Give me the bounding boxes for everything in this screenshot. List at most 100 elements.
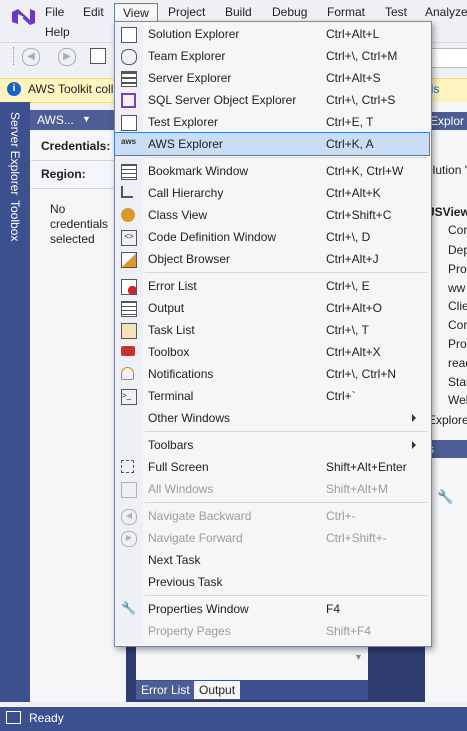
menu-shortcut: Ctrl+Alt+S xyxy=(326,71,381,85)
menu-shortcut: Ctrl+\, Ctrl+N xyxy=(326,367,397,381)
info-icon: i xyxy=(7,82,21,96)
bookmark-icon xyxy=(121,164,137,180)
toolbar-dropdown[interactable] xyxy=(429,48,467,68)
menu-file[interactable]: File xyxy=(41,4,68,20)
menu-label: Class View xyxy=(148,208,208,222)
terminal-icon: >_ xyxy=(121,389,137,405)
wrench-icon[interactable]: 🔧 xyxy=(437,489,453,505)
solution-explorer-icon xyxy=(121,27,137,43)
region-label: Region: xyxy=(41,167,86,181)
tree-item[interactable]: Cor xyxy=(448,318,467,332)
menu-label: Other Windows xyxy=(148,411,231,425)
menu-label: Output xyxy=(148,301,185,315)
status-bar xyxy=(0,707,467,731)
menu-label: Toolbox xyxy=(148,345,190,359)
menu-label: Full Screen xyxy=(148,460,209,474)
wrench-icon: 🔧 xyxy=(121,601,136,615)
menu-shortcut: Shift+Alt+Enter xyxy=(326,460,407,474)
menu-shortcut: Ctrl+K, Ctrl+W xyxy=(326,164,404,178)
server-explorer-icon xyxy=(121,71,137,87)
toolbox-tab[interactable]: Toolbox xyxy=(8,200,22,241)
menu-shortcut: Ctrl+` xyxy=(326,389,356,403)
menu-debug[interactable]: Debug xyxy=(268,4,311,20)
menu-analyze[interactable]: Analyze xyxy=(421,4,467,20)
status-icon xyxy=(6,711,21,724)
menu-label: All Windows xyxy=(148,482,214,496)
tree-item[interactable]: Pro xyxy=(448,337,467,351)
tree-item[interactable]: Cor xyxy=(448,223,467,237)
menu-shortcut: Ctrl+\, Ctrl+M xyxy=(326,49,398,63)
tree-item[interactable]: Pro xyxy=(448,262,467,276)
new-project-icon[interactable] xyxy=(90,48,106,64)
menu-label: AWS Explorer xyxy=(148,137,223,151)
menu-label: Next Task xyxy=(148,553,201,567)
credentials-label: Credentials: xyxy=(41,139,111,153)
tree-item[interactable]: Wel xyxy=(448,393,467,407)
menu-shortcut: Ctrl+\, E xyxy=(326,279,370,293)
forward-icon[interactable]: ▶ xyxy=(58,48,76,66)
menu-label: Code Definition Window xyxy=(148,230,277,244)
menu-label: Object Browser xyxy=(148,252,231,266)
project-node[interactable]: JSView xyxy=(428,205,467,219)
solution-explorer-title: Explor xyxy=(430,114,465,128)
menu-format[interactable]: Format xyxy=(323,4,369,20)
full-screen-icon xyxy=(121,460,134,473)
call-hierarchy-icon xyxy=(121,186,133,198)
back-icon[interactable]: ◀ xyxy=(22,48,40,66)
toolbar-grip[interactable] xyxy=(13,47,17,65)
menu-label: Properties Window xyxy=(148,602,249,616)
output-tab[interactable]: Output xyxy=(194,681,241,699)
menu-label: Toolbars xyxy=(148,438,194,452)
menu-label: Previous Task xyxy=(148,575,223,589)
menu-label: Team Explorer xyxy=(148,49,226,63)
menu-separator xyxy=(145,502,427,503)
tree-item[interactable]: Dep xyxy=(448,243,467,257)
scroll-down-icon[interactable]: ▼ xyxy=(354,652,363,662)
menu-shortcut: Ctrl+\, Ctrl+S xyxy=(326,93,396,107)
menu-label: Test Explorer xyxy=(148,115,219,129)
menu-separator xyxy=(145,431,427,432)
submenu-arrow-icon xyxy=(412,414,416,422)
menu-project[interactable]: Project xyxy=(164,4,209,20)
info-bar-text: AWS Toolkit coll xyxy=(28,82,114,96)
menu-separator xyxy=(145,157,427,158)
tree-item[interactable]: Star xyxy=(448,375,467,389)
menu-label: Error List xyxy=(148,279,197,293)
tree-item[interactable]: Clie xyxy=(448,299,467,313)
error-list-icon xyxy=(121,279,137,295)
submenu-arrow-icon xyxy=(412,441,416,449)
toolbox-icon xyxy=(121,346,135,356)
aws-icon: aws xyxy=(121,137,137,146)
visual-studio-logo-icon xyxy=(12,9,35,25)
all-windows-icon xyxy=(121,482,137,498)
menu-shortcut: F4 xyxy=(326,602,341,616)
menu-shortcut: Ctrl+Alt+O xyxy=(326,301,383,315)
solution-explorer-tab[interactable]: Explore xyxy=(428,413,467,427)
menu-edit[interactable]: Edit xyxy=(79,4,108,20)
menu-view[interactable]: View xyxy=(114,3,158,22)
menu-shortcut: Ctrl+K, A xyxy=(326,137,374,151)
status-text: Ready xyxy=(29,711,64,725)
menu-shortcut: Ctrl+Shift+- xyxy=(326,531,387,545)
menu-build[interactable]: Build xyxy=(221,4,256,20)
aws-explorer-panel xyxy=(30,130,127,702)
menu-label: Notifications xyxy=(148,367,214,381)
menu-label: Navigate Backward xyxy=(148,509,252,523)
menu-separator xyxy=(145,272,427,273)
menu-shortcut: Ctrl+Alt+L xyxy=(326,27,380,41)
solution-search[interactable]: olution 'J xyxy=(426,163,467,177)
navigate-backward-icon: ◀ xyxy=(121,509,137,525)
no-credentials-line-2: credentials xyxy=(50,217,109,231)
server-explorer-tab[interactable]: Server Explorer xyxy=(8,112,22,195)
dropdown-arrow-icon[interactable]: ▼ xyxy=(82,114,91,124)
menu-test[interactable]: Test xyxy=(381,4,411,20)
menu-shortcut: Ctrl+Alt+K xyxy=(326,186,381,200)
tree-item[interactable]: ww xyxy=(448,281,465,295)
output-icon xyxy=(121,301,137,317)
menu-shortcut: Shift+F4 xyxy=(326,624,372,638)
tree-item[interactable]: read xyxy=(448,356,467,370)
menu-help[interactable]: Help xyxy=(41,24,74,40)
code-definition-icon: <> xyxy=(121,230,137,246)
error-list-tab[interactable]: Error List xyxy=(136,681,195,699)
no-credentials-line-3: selected xyxy=(50,232,95,246)
